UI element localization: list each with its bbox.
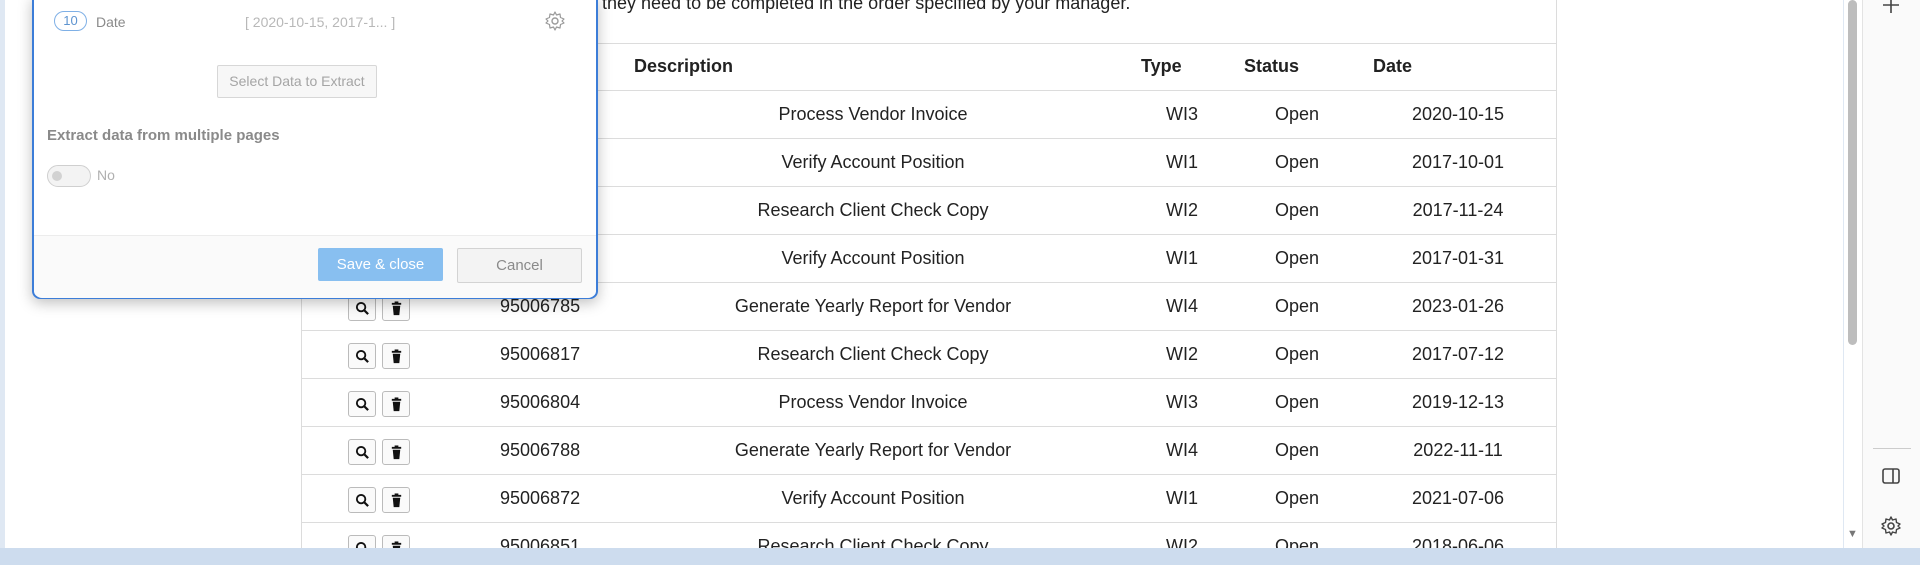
select-data-to-extract-button[interactable]: Select Data to Extract: [217, 65, 377, 98]
delete-row-button[interactable]: [382, 487, 410, 513]
gear-icon[interactable]: [1880, 515, 1902, 537]
table-row: 95006872 Verify Account Position WI1 Open 20…: [302, 474, 1556, 523]
field-settings-gear-icon[interactable]: [544, 10, 566, 32]
vertical-scrollbar[interactable]: ▼: [1844, 0, 1862, 548]
search-icon: [355, 397, 369, 411]
work-item-type: WI1: [1165, 152, 1199, 172]
work-item-status: Open: [1274, 536, 1320, 548]
work-item-description: Research Client Check Copy: [757, 200, 989, 220]
column-header-type[interactable]: Type: [1141, 56, 1182, 77]
multi-page-toggle[interactable]: [47, 165, 91, 187]
work-item-description: Generate Yearly Report for Vendor: [734, 296, 1012, 316]
extract-data-dialog: 10 Date [ 2020-10-15, 2017-1... ] Select…: [32, 0, 598, 299]
column-header-date[interactable]: Date: [1373, 56, 1412, 77]
work-item-description: Verify Account Position: [781, 488, 965, 508]
work-item-status: Open: [1274, 488, 1320, 508]
work-item-type: WI3: [1165, 104, 1199, 124]
sidebar-panel-icon[interactable]: [1880, 465, 1902, 487]
work-item-id[interactable]: 95006804: [500, 392, 580, 413]
taskbar-strip: [0, 548, 1920, 565]
delete-row-button[interactable]: [382, 391, 410, 417]
work-item-description: Research Client Check Copy: [757, 344, 989, 364]
work-item-status: Open: [1274, 440, 1320, 460]
view-row-button[interactable]: [348, 439, 376, 465]
trash-icon: [391, 348, 401, 363]
cancel-button[interactable]: Cancel: [457, 248, 582, 283]
delete-row-button[interactable]: [382, 343, 410, 369]
search-icon: [355, 541, 366, 548]
field-value-preview: [ 2020-10-15, 2017-1... ]: [245, 14, 396, 30]
field-label: Date: [96, 14, 126, 30]
work-item-type: WI2: [1165, 344, 1199, 364]
work-item-id[interactable]: 95006817: [500, 344, 580, 365]
work-item-type: WI1: [1165, 488, 1199, 508]
save-and-close-button[interactable]: Save & close: [318, 248, 443, 281]
search-icon: [355, 445, 369, 459]
work-item-type: WI4: [1165, 296, 1199, 316]
work-item-status: Open: [1274, 104, 1320, 124]
trash-icon: [391, 540, 401, 548]
work-item-type: WI1: [1165, 248, 1199, 268]
table-row: 95006804 Process Vendor Invoice WI3 Open 201…: [302, 378, 1556, 427]
work-item-description: Process Vendor Invoice: [778, 104, 968, 124]
dialog-footer: Save & close Cancel: [34, 235, 596, 298]
view-row-button[interactable]: [348, 391, 376, 417]
side-rail: [1862, 0, 1920, 548]
toggle-knob: [52, 171, 62, 181]
work-item-id[interactable]: 95006872: [500, 488, 580, 509]
column-header-status[interactable]: Status: [1244, 56, 1299, 77]
multi-page-label: Extract data from multiple pages: [47, 127, 280, 144]
search-icon: [355, 493, 369, 507]
scroll-down-arrow-icon[interactable]: ▼: [1847, 528, 1858, 540]
plus-icon[interactable]: [1880, 0, 1902, 16]
work-item-status: Open: [1274, 248, 1320, 268]
work-item-date: 2017-07-12: [1411, 344, 1505, 364]
delete-row-button[interactable]: [382, 439, 410, 465]
work-item-status: Open: [1274, 392, 1320, 412]
work-item-description: Verify Account Position: [781, 248, 965, 268]
work-item-id[interactable]: 95006785: [500, 296, 580, 317]
work-item-date: 2017-11-24: [1412, 200, 1504, 220]
work-item-status: Open: [1274, 152, 1320, 172]
trash-icon: [391, 492, 401, 507]
work-item-type: WI2: [1165, 200, 1199, 220]
work-item-id[interactable]: 95006788: [500, 440, 580, 461]
work-item-status: Open: [1274, 344, 1320, 364]
search-icon: [355, 301, 369, 315]
column-header-description[interactable]: Description: [634, 56, 733, 77]
delete-row-button[interactable]: [382, 535, 410, 548]
table-row: 95006788 Generate Yearly Report for Vendo…: [302, 426, 1556, 475]
table-row: 95006817 Research Client Check Copy WI2 Ope…: [302, 330, 1556, 379]
work-item-date: 2019-12-13: [1411, 392, 1505, 412]
work-item-date: 2017-10-01: [1411, 152, 1505, 172]
trash-icon: [391, 396, 401, 411]
view-row-button[interactable]: [348, 343, 376, 369]
work-item-type: WI4: [1165, 440, 1199, 460]
work-item-date: 2023-01-26: [1411, 296, 1505, 316]
work-item-description: Research Client Check Copy: [757, 536, 989, 548]
work-item-date: 2021-07-06: [1411, 488, 1505, 508]
rail-divider: [1873, 448, 1911, 449]
work-item-description: Generate Yearly Report for Vendor: [734, 440, 1012, 460]
table-row: 95006851 Research Client Check Copy WI2 Ope…: [302, 522, 1556, 548]
scrollbar-thumb[interactable]: [1848, 0, 1857, 345]
view-row-button[interactable]: [348, 535, 376, 548]
work-item-type: WI2: [1165, 536, 1199, 548]
field-count-badge: 10: [54, 11, 87, 31]
work-item-id[interactable]: 95006851: [500, 536, 580, 548]
work-item-status: Open: [1274, 296, 1320, 316]
search-icon: [355, 349, 369, 363]
work-item-type: WI3: [1165, 392, 1199, 412]
work-item-status: Open: [1274, 200, 1320, 220]
toggle-state-label: No: [97, 167, 115, 183]
work-item-description: Verify Account Position: [781, 152, 965, 172]
view-row-button[interactable]: [348, 487, 376, 513]
work-item-date: 2017-01-31: [1411, 248, 1505, 268]
trash-icon: [391, 300, 401, 315]
work-item-description: Process Vendor Invoice: [778, 392, 968, 412]
work-item-date: 2022-11-11: [1413, 440, 1503, 460]
work-item-date: 2020-10-15: [1411, 104, 1505, 124]
trash-icon: [391, 444, 401, 459]
work-item-date: 2018-06-06: [1411, 536, 1505, 548]
